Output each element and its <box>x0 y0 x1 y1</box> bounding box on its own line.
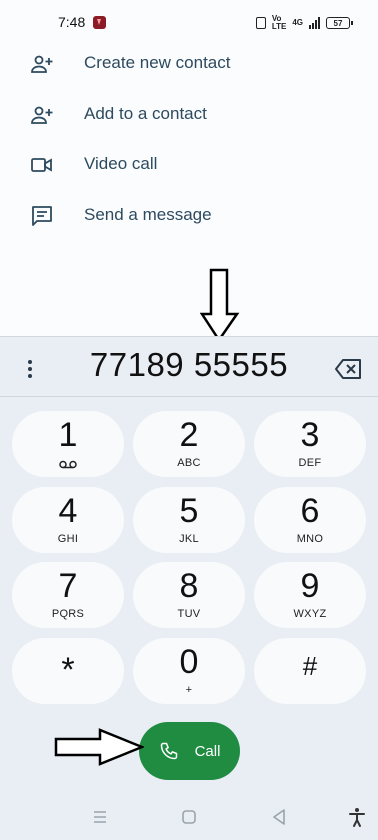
key-letters: MNO <box>296 533 324 545</box>
key-letters: PQRS <box>51 608 85 620</box>
add-person-icon <box>31 55 53 73</box>
key-5[interactable]: 5 JKL <box>133 487 245 553</box>
key-letters: DEF <box>298 457 322 469</box>
more-options-icon[interactable] <box>20 357 40 381</box>
key-digit: 2 <box>179 416 199 454</box>
network-type-label: 4G <box>292 18 303 27</box>
key-digit: 8 <box>179 567 199 605</box>
key-0[interactable]: 0 + <box>133 638 245 704</box>
voicemail-icon <box>59 460 77 469</box>
add-to-contact-item[interactable]: Add to a contact <box>0 89 378 140</box>
key-digit: 0 <box>179 643 199 681</box>
vibrate-icon <box>255 17 266 29</box>
call-label: Call <box>194 742 221 760</box>
call-button[interactable]: Call <box>139 722 240 780</box>
key-digit: 3 <box>300 416 320 454</box>
battery-icon: 57 <box>326 17 353 29</box>
message-icon <box>32 205 52 226</box>
recent-apps-icon[interactable] <box>89 806 111 828</box>
key-digit: 4 <box>58 492 78 530</box>
key-4[interactable]: 4 GHI <box>12 487 124 553</box>
dialed-number[interactable]: 77189 55555 <box>60 346 318 384</box>
key-1[interactable]: 1 <box>12 411 124 477</box>
battery-level: 57 <box>333 18 343 28</box>
home-icon[interactable] <box>178 806 200 828</box>
key-9[interactable]: 9 WXYZ <box>254 562 366 628</box>
create-new-contact-label: Create new contact <box>84 53 231 73</box>
key-hash[interactable]: # <box>254 638 366 704</box>
dialer-suggestions: Create new contact Add to a contact Vide… <box>0 38 378 240</box>
key-letters: WXYZ <box>293 608 327 620</box>
volte-icon: Vo LTE <box>271 14 287 31</box>
create-new-contact-item[interactable]: Create new contact <box>0 38 378 89</box>
signal-icon <box>309 17 320 29</box>
key-7[interactable]: 7 PQRS <box>12 562 124 628</box>
key-digit: 7 <box>58 567 78 605</box>
status-icons: Vo LTE 4G 57 <box>255 14 353 31</box>
key-digit: # <box>302 651 318 681</box>
key-2[interactable]: 2 ABC <box>133 411 245 477</box>
add-to-contact-label: Add to a contact <box>84 103 207 123</box>
key-letters: GHI <box>57 533 79 545</box>
video-call-label: Video call <box>84 154 158 174</box>
divider <box>0 336 378 337</box>
key-digit: * <box>61 651 75 689</box>
send-message-item[interactable]: Send a message <box>0 190 378 241</box>
key-letters: JKL <box>179 533 199 545</box>
system-nav-bar <box>0 796 378 840</box>
status-time: 7:48 <box>58 14 86 30</box>
annotation-arrow-right-icon <box>54 728 144 766</box>
back-icon[interactable] <box>268 806 290 828</box>
video-call-item[interactable]: Video call <box>0 139 378 190</box>
key-letters: ABC <box>177 457 201 469</box>
key-digit: 6 <box>300 492 320 530</box>
key-letters: + <box>185 684 193 696</box>
key-letters: TUV <box>177 608 201 620</box>
key-3[interactable]: 3 DEF <box>254 411 366 477</box>
accessibility-icon[interactable] <box>346 806 368 828</box>
phone-icon <box>160 742 177 760</box>
add-person-icon <box>31 106 53 124</box>
backspace-icon[interactable] <box>334 358 362 380</box>
key-digit: 1 <box>58 416 78 454</box>
send-message-label: Send a message <box>84 204 212 224</box>
key-8[interactable]: 8 TUV <box>133 562 245 628</box>
annotation-arrow-down-icon <box>200 268 240 342</box>
notification-app-icon <box>93 16 106 29</box>
key-digit: 9 <box>300 567 320 605</box>
key-6[interactable]: 6 MNO <box>254 487 366 553</box>
key-star[interactable]: * <box>12 638 124 704</box>
key-digit: 5 <box>179 492 199 530</box>
video-camera-icon <box>31 158 52 172</box>
divider <box>0 396 378 397</box>
